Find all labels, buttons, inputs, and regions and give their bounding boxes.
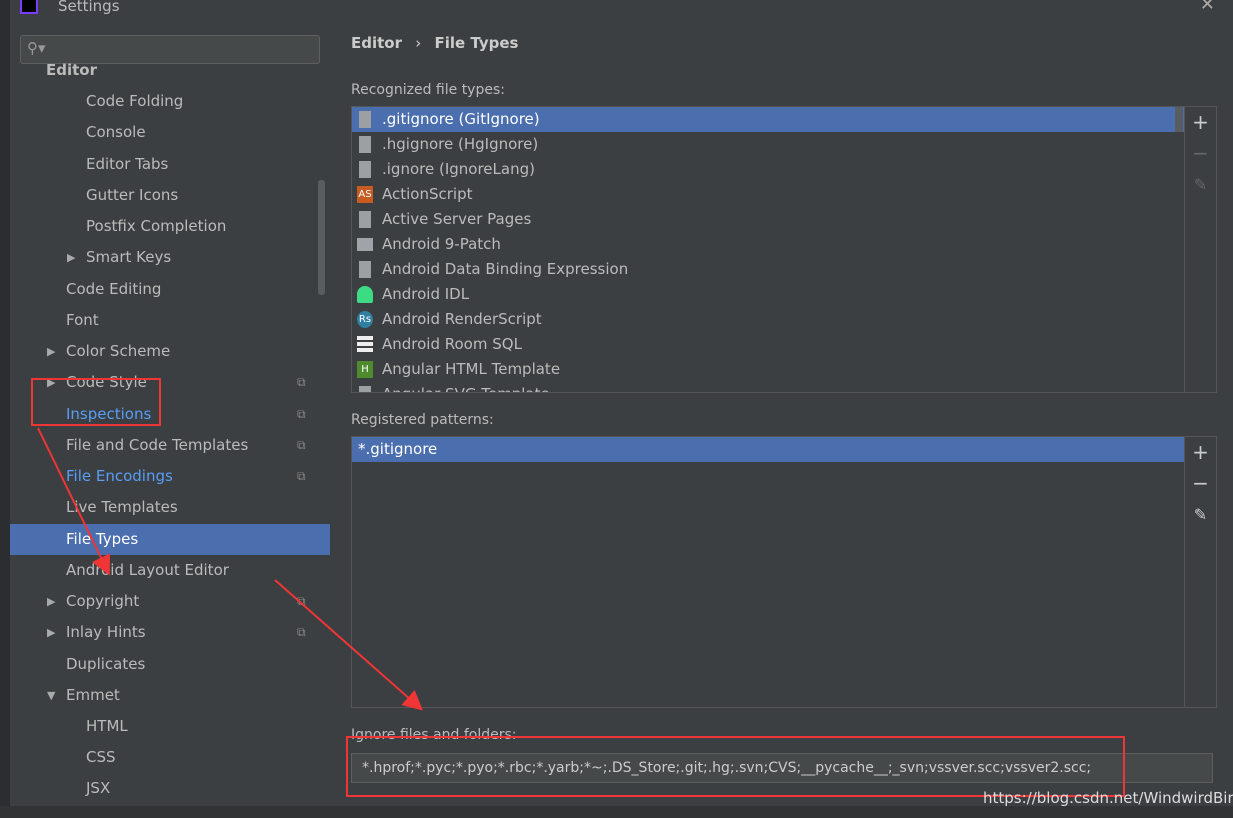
- arrow-to-file-types: [37, 427, 110, 576]
- arrow-to-ignore: [274, 579, 423, 711]
- annotation-arrows: [37, 427, 423, 711]
- watermark: https://blog.csdn.net/WindwirdBird: [983, 789, 1233, 807]
